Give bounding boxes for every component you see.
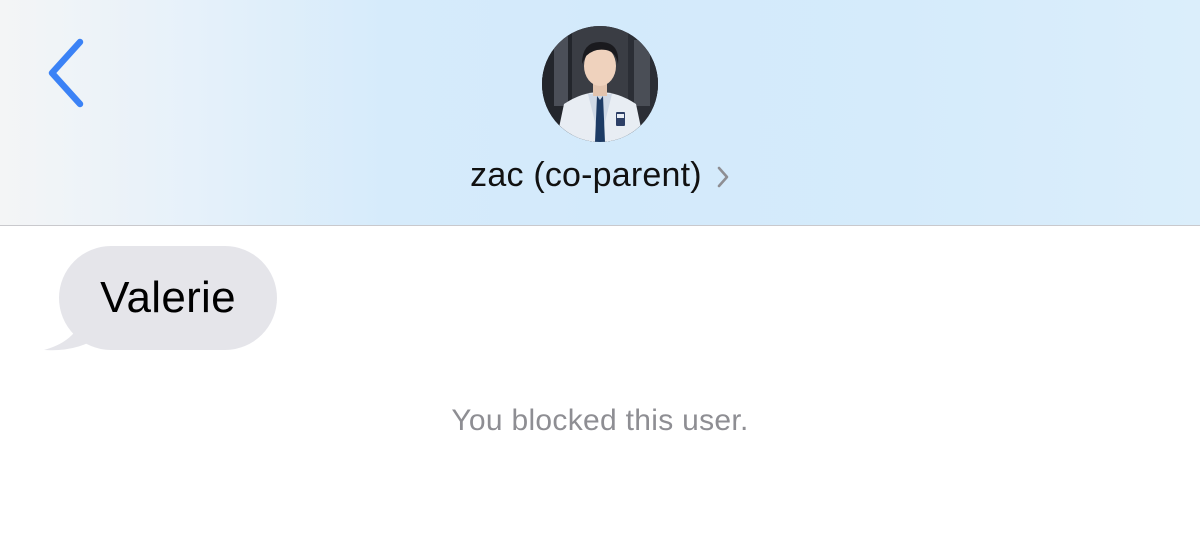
chevron-left-icon — [36, 30, 100, 118]
avatar[interactable] — [542, 26, 658, 142]
contact-name: zac (co-parent) — [470, 155, 702, 194]
chevron-right-icon — [716, 164, 730, 190]
messages-screen: zac (co-parent) Valerie You blocked this… — [0, 0, 1200, 552]
message-text: Valerie — [100, 273, 236, 322]
conversation-header: zac (co-parent) — [0, 0, 1200, 226]
contact-name-button[interactable]: zac (co-parent) — [0, 150, 1200, 200]
message-row: Valerie — [44, 246, 284, 352]
message-bubble-incoming[interactable]: Valerie — [59, 246, 277, 350]
blocked-user-notice: You blocked this user. — [451, 404, 749, 437]
back-button[interactable] — [36, 30, 100, 118]
